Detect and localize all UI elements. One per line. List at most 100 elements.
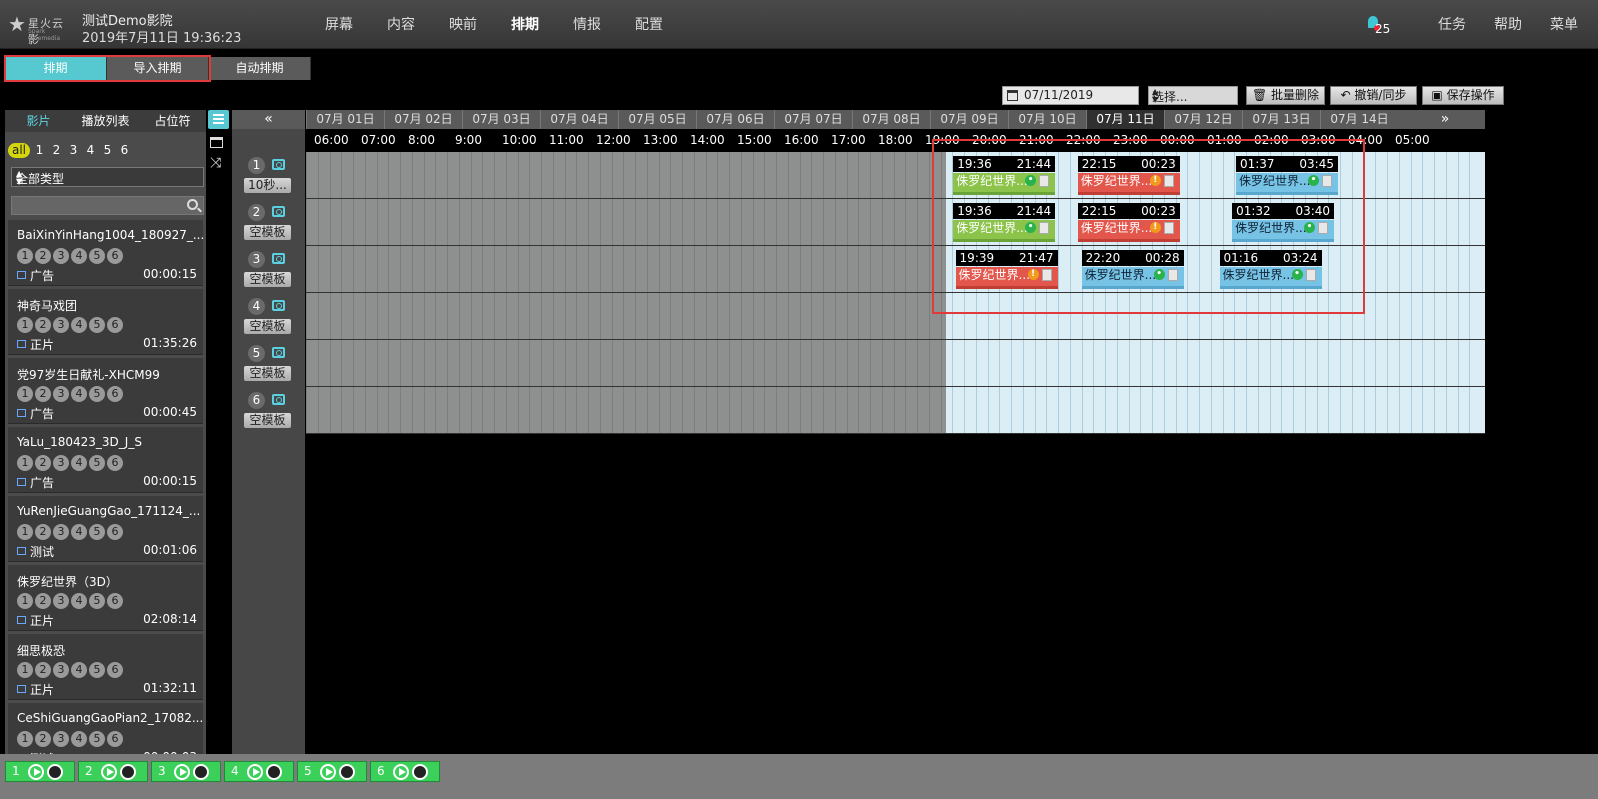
save-operations-button[interactable]: ▣ 保存操作: [1422, 86, 1504, 105]
reel-icon[interactable]: [120, 764, 136, 780]
nav-item[interactable]: 排期: [494, 0, 556, 49]
search-input[interactable]: [11, 196, 204, 215]
reel-icon[interactable]: [266, 764, 282, 780]
grid-line: [376, 152, 378, 434]
grid-line: [317, 152, 319, 434]
movie-hall-badge: 4: [71, 455, 87, 471]
movie-card[interactable]: YaLu_180423_3D_J_S 1 2 3 4 5 6 广告 00:00:15: [8, 427, 203, 493]
date-cell[interactable]: 07月 07日: [774, 110, 852, 129]
movie-card[interactable]: YuRenJieGuangGao_171124_... 1 2 3 4 5 6 测试 00:01…: [8, 496, 203, 562]
nav-item[interactable]: 情报: [556, 0, 618, 49]
date-picker[interactable]: 07/11/2019: [1002, 86, 1139, 105]
logo[interactable]: ★ 星火云影 Spark Cinemedia: [8, 13, 74, 46]
date-cell[interactable]: 07月 13日: [1242, 110, 1320, 129]
hall-play-control[interactable]: 4: [224, 761, 294, 782]
hall-number: 2: [248, 204, 265, 221]
date-cell[interactable]: 07月 01日: [306, 110, 384, 129]
nav-item[interactable]: 映前: [432, 0, 494, 49]
hall-play-control[interactable]: 1: [5, 761, 75, 782]
date-cell[interactable]: 07月 02日: [384, 110, 462, 129]
hall-play-control[interactable]: 3: [151, 761, 221, 782]
hall-template-button[interactable]: 空模板: [244, 319, 291, 334]
date-cell[interactable]: 07月 09日: [930, 110, 1008, 129]
library-tab[interactable]: 播放列表: [72, 110, 139, 132]
date-cell[interactable]: 07月 08日: [852, 110, 930, 129]
hall-filter-item[interactable]: 1: [32, 143, 47, 158]
movie-card[interactable]: 细思极恐 1 2 3 4 5 6 正片 01:32:11: [8, 634, 203, 700]
hall-filter-item[interactable]: 4: [83, 143, 98, 158]
type-select[interactable]: 全部类型 ▲ ▼: [11, 167, 204, 187]
subtab[interactable]: 自动排期: [209, 57, 311, 80]
movie-card[interactable]: 神奇马戏团 1 2 3 4 5 6 正片 01:35:26: [8, 289, 203, 355]
date-cell[interactable]: 07月 05日: [618, 110, 696, 129]
format-icon: [17, 409, 26, 417]
batch-delete-button[interactable]: 🗑 批量删除: [1246, 86, 1325, 105]
hall-play-control[interactable]: 6: [370, 761, 440, 782]
movie-hall-badge: 3: [53, 593, 69, 609]
date-cell[interactable]: 07月 06日: [696, 110, 774, 129]
nav-item[interactable]: 屏幕: [308, 0, 370, 49]
date-cell[interactable]: 07月 04日: [540, 110, 618, 129]
hall-template-button[interactable]: 空模板: [244, 413, 291, 428]
movie-hall-badge: 5: [89, 455, 105, 471]
hall-filter-item[interactable]: 5: [100, 143, 115, 158]
hall-template-button[interactable]: 空模板: [244, 225, 291, 240]
grid-line: [928, 152, 930, 434]
top-link[interactable]: 菜单: [1536, 0, 1592, 51]
play-icon[interactable]: [320, 764, 336, 780]
reel-icon[interactable]: [193, 764, 209, 780]
movie-card[interactable]: 党97岁生日献礼-XHCM99 1 2 3 4 5 6 广告 00:00:45: [8, 358, 203, 424]
grid-line: [458, 152, 460, 434]
reel-icon[interactable]: [339, 764, 355, 780]
nav-item[interactable]: 配置: [618, 0, 680, 49]
hall-play-control[interactable]: 2: [78, 761, 148, 782]
date-cell[interactable]: 07月 11日: [1086, 110, 1164, 129]
calendar-view-icon[interactable]: [210, 137, 223, 148]
timeline-next-button[interactable]: »: [1405, 110, 1485, 129]
date-cell[interactable]: 07月 12日: [1164, 110, 1242, 129]
play-icon[interactable]: [247, 764, 263, 780]
hall-filter-item[interactable]: 2: [49, 143, 64, 158]
top-link[interactable]: 任务: [1424, 0, 1480, 51]
camera-icon[interactable]: [272, 206, 285, 217]
hall-filter-item[interactable]: all: [8, 143, 30, 158]
camera-icon[interactable]: [272, 300, 285, 311]
shuffle-icon[interactable]: ⤨: [210, 155, 221, 171]
camera-icon[interactable]: [272, 347, 285, 358]
movie-card[interactable]: BaiXinYinHang1004_180927_... 1 2 3 4 5 6 广告 00:0…: [8, 220, 204, 286]
hall-number: 4: [248, 298, 265, 315]
top-link[interactable]: 帮助: [1480, 0, 1536, 51]
library-tab[interactable]: 影片: [5, 110, 72, 132]
notification-button[interactable]: 25: [1368, 16, 1390, 36]
nav-item[interactable]: 内容: [370, 0, 432, 49]
play-icon[interactable]: [174, 764, 190, 780]
option-select[interactable]: 选择... ▲ ▼: [1148, 86, 1238, 105]
library-tab[interactable]: 占位符: [139, 110, 206, 132]
play-icon[interactable]: [101, 764, 117, 780]
hall-filter-item[interactable]: 6: [117, 143, 132, 158]
hall-template-button[interactable]: 空模板: [244, 366, 291, 381]
grid-line: [658, 152, 660, 434]
hall-template-button[interactable]: 空模板: [244, 272, 291, 287]
camera-icon[interactable]: [272, 394, 285, 405]
camera-icon[interactable]: [272, 159, 285, 170]
play-icon[interactable]: [393, 764, 409, 780]
movie-hall-badge: 3: [53, 524, 69, 540]
reel-icon[interactable]: [412, 764, 428, 780]
play-icon[interactable]: [28, 764, 44, 780]
movie-hall-list: 123456: [17, 386, 123, 402]
reel-icon[interactable]: [47, 764, 63, 780]
movie-card[interactable]: 侏罗纪世界（3D） 1 2 3 4 5 6 正片 02:08:14: [8, 565, 203, 631]
hall-filter-item[interactable]: 3: [66, 143, 81, 158]
hall-play-control[interactable]: 5: [297, 761, 367, 782]
search-icon[interactable]: [187, 199, 198, 210]
hall-template-button[interactable]: 10秒...: [244, 178, 291, 193]
movie-hall-badge: 2: [35, 731, 51, 747]
date-cell[interactable]: 07月 14日: [1320, 110, 1398, 129]
date-cell[interactable]: 07月 10日: [1008, 110, 1086, 129]
date-cell[interactable]: 07月 03日: [462, 110, 540, 129]
undo-sync-button[interactable]: ↶ 撤销/同步: [1330, 86, 1417, 105]
list-view-icon[interactable]: [208, 110, 229, 129]
timeline-prev-button[interactable]: «: [232, 110, 305, 129]
camera-icon[interactable]: [272, 253, 285, 264]
